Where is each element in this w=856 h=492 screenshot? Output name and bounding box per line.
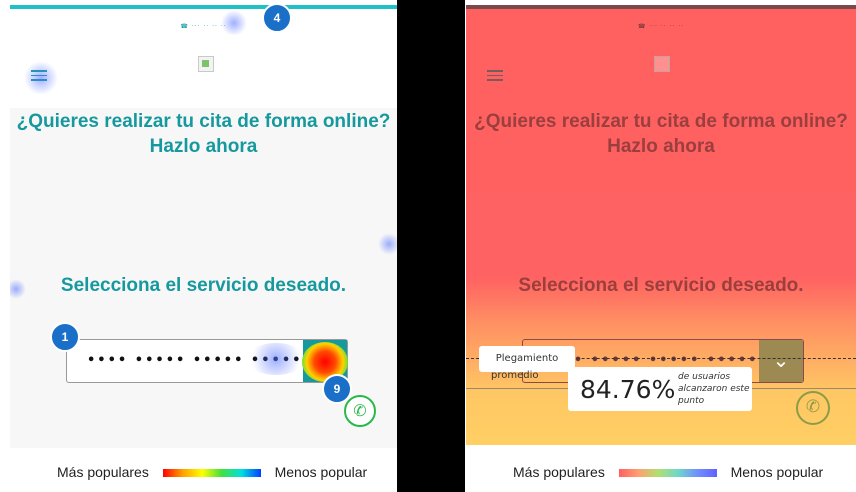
top-accent-bar [466,5,856,9]
click-count-marker: 1 [50,322,80,352]
click-count-marker: 9 [322,374,352,404]
legend-less-label: Menos popular [274,464,368,480]
panel-divider [397,0,465,492]
legend-gradient-bar [618,469,717,478]
phone-number[interactable]: ☎ ··· ·· ·· ·· [466,23,856,30]
click-heat-spot [246,343,306,375]
page-heading: ¿Quieres realizar tu cita de forma onlin… [474,111,848,157]
logo-image[interactable] [654,56,670,72]
scroll-map-panel: ☎ ··· ·· ·· ·· ¿Quieres realizar tu cita… [466,5,856,445]
reach-percent: 84.76% [580,375,676,404]
service-heading: Selecciona el servicio deseado. [518,275,804,296]
phone-number[interactable]: ☎ ··· ·· ·· ·· [10,23,397,30]
heatmap-report: ☎ ··· ·· ·· ·· ¿Quieres realizar tu cita… [0,0,856,492]
chevron-down-icon[interactable]: ⌄ [759,340,803,382]
average-fold-label: Plegamiento [479,346,575,372]
legend-less-label: Menos popular [730,464,824,480]
legend-more-label: Más populares [57,464,149,480]
top-accent-bar [10,5,397,9]
average-fold-label-line2: promedio [491,370,539,381]
logo-image[interactable] [198,56,214,72]
click-heat-spot [378,233,397,255]
click-heat-spot [220,11,248,35]
service-heading: Selecciona el servicio deseado. [60,275,347,296]
whatsapp-icon[interactable]: ✆ [344,395,376,427]
legend-more-label: Más populares [513,464,605,480]
click-heat-spot [24,61,58,95]
scrollmap-legend: Más populares Menos popular [513,464,823,480]
legend-gradient-bar [162,469,261,478]
click-heatmap-panel: ☎ ··· ·· ·· ·· ¿Quieres realizar tu cita… [10,5,397,448]
whatsapp-icon[interactable]: ✆ [796,391,830,425]
heatmap-legend: Más populares Menos popular [57,464,367,480]
reach-description: de usuarios alcanzaron este punto [678,372,750,406]
reach-tooltip: 84.76% de usuarios alcanzaron este punto [568,367,752,411]
service-select-value: •••• ••••• ••••• ••••• [543,353,759,368]
page-heading: ¿Quieres realizar tu cita de forma onlin… [16,111,391,157]
hamburger-menu-icon[interactable] [487,70,503,81]
